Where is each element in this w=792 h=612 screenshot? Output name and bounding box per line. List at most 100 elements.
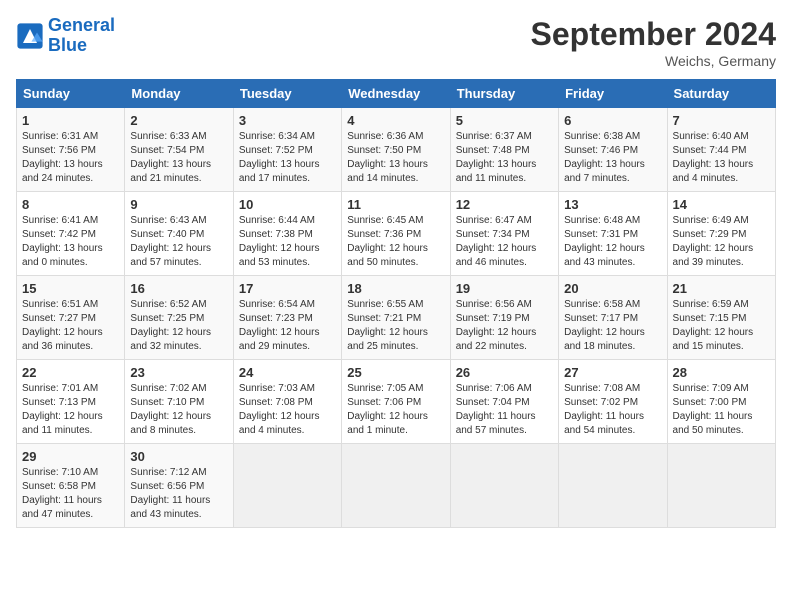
logo: General Blue [16, 16, 115, 56]
day-info: Sunrise: 6:55 AMSunset: 7:21 PMDaylight:… [347, 299, 428, 352]
day-number: 13 [564, 197, 661, 212]
header-wednesday: Wednesday [342, 80, 450, 108]
day-info: Sunrise: 6:45 AMSunset: 7:36 PMDaylight:… [347, 215, 428, 268]
table-row: 2 Sunrise: 6:33 AMSunset: 7:54 PMDayligh… [125, 108, 233, 192]
day-number: 7 [673, 113, 770, 128]
day-info: Sunrise: 7:06 AMSunset: 7:04 PMDaylight:… [456, 383, 536, 436]
location: Weichs, Germany [531, 53, 776, 69]
table-row: 22 Sunrise: 7:01 AMSunset: 7:13 PMDaylig… [17, 360, 125, 444]
day-info: Sunrise: 6:51 AMSunset: 7:27 PMDaylight:… [22, 299, 103, 352]
day-info: Sunrise: 6:54 AMSunset: 7:23 PMDaylight:… [239, 299, 320, 352]
table-row [667, 444, 775, 528]
logo-text: General Blue [48, 16, 115, 56]
day-number: 6 [564, 113, 661, 128]
day-number: 15 [22, 281, 119, 296]
day-info: Sunrise: 6:49 AMSunset: 7:29 PMDaylight:… [673, 215, 754, 268]
table-row: 13 Sunrise: 6:48 AMSunset: 7:31 PMDaylig… [559, 192, 667, 276]
day-info: Sunrise: 6:43 AMSunset: 7:40 PMDaylight:… [130, 215, 211, 268]
day-info: Sunrise: 6:31 AMSunset: 7:56 PMDaylight:… [22, 131, 103, 184]
calendar-week-row: 8 Sunrise: 6:41 AMSunset: 7:42 PMDayligh… [17, 192, 776, 276]
table-row: 1 Sunrise: 6:31 AMSunset: 7:56 PMDayligh… [17, 108, 125, 192]
day-info: Sunrise: 6:33 AMSunset: 7:54 PMDaylight:… [130, 131, 211, 184]
day-info: Sunrise: 6:38 AMSunset: 7:46 PMDaylight:… [564, 131, 645, 184]
day-number: 27 [564, 365, 661, 380]
day-number: 5 [456, 113, 553, 128]
day-info: Sunrise: 7:01 AMSunset: 7:13 PMDaylight:… [22, 383, 103, 436]
day-number: 8 [22, 197, 119, 212]
table-row: 30 Sunrise: 7:12 AMSunset: 6:56 PMDaylig… [125, 444, 233, 528]
table-row [559, 444, 667, 528]
day-number: 26 [456, 365, 553, 380]
day-info: Sunrise: 6:34 AMSunset: 7:52 PMDaylight:… [239, 131, 320, 184]
table-row: 12 Sunrise: 6:47 AMSunset: 7:34 PMDaylig… [450, 192, 558, 276]
day-info: Sunrise: 7:09 AMSunset: 7:00 PMDaylight:… [673, 383, 753, 436]
table-row [233, 444, 341, 528]
table-row: 20 Sunrise: 6:58 AMSunset: 7:17 PMDaylig… [559, 276, 667, 360]
day-number: 9 [130, 197, 227, 212]
day-number: 3 [239, 113, 336, 128]
table-row: 17 Sunrise: 6:54 AMSunset: 7:23 PMDaylig… [233, 276, 341, 360]
day-number: 18 [347, 281, 444, 296]
day-number: 4 [347, 113, 444, 128]
day-info: Sunrise: 7:10 AMSunset: 6:58 PMDaylight:… [22, 467, 102, 520]
table-row: 6 Sunrise: 6:38 AMSunset: 7:46 PMDayligh… [559, 108, 667, 192]
header-friday: Friday [559, 80, 667, 108]
logo-blue: Blue [48, 35, 87, 55]
logo-icon [16, 22, 44, 50]
table-row: 5 Sunrise: 6:37 AMSunset: 7:48 PMDayligh… [450, 108, 558, 192]
calendar-week-row: 29 Sunrise: 7:10 AMSunset: 6:58 PMDaylig… [17, 444, 776, 528]
table-row: 15 Sunrise: 6:51 AMSunset: 7:27 PMDaylig… [17, 276, 125, 360]
table-row: 28 Sunrise: 7:09 AMSunset: 7:00 PMDaylig… [667, 360, 775, 444]
page-header: General Blue September 2024 Weichs, Germ… [16, 16, 776, 69]
day-number: 11 [347, 197, 444, 212]
header-sunday: Sunday [17, 80, 125, 108]
table-row: 8 Sunrise: 6:41 AMSunset: 7:42 PMDayligh… [17, 192, 125, 276]
table-row: 16 Sunrise: 6:52 AMSunset: 7:25 PMDaylig… [125, 276, 233, 360]
day-info: Sunrise: 6:40 AMSunset: 7:44 PMDaylight:… [673, 131, 754, 184]
day-info: Sunrise: 6:52 AMSunset: 7:25 PMDaylight:… [130, 299, 211, 352]
table-row: 10 Sunrise: 6:44 AMSunset: 7:38 PMDaylig… [233, 192, 341, 276]
day-number: 17 [239, 281, 336, 296]
calendar-header-row: Sunday Monday Tuesday Wednesday Thursday… [17, 80, 776, 108]
day-number: 21 [673, 281, 770, 296]
day-info: Sunrise: 7:05 AMSunset: 7:06 PMDaylight:… [347, 383, 428, 436]
day-number: 25 [347, 365, 444, 380]
table-row: 11 Sunrise: 6:45 AMSunset: 7:36 PMDaylig… [342, 192, 450, 276]
day-number: 22 [22, 365, 119, 380]
day-number: 2 [130, 113, 227, 128]
table-row: 4 Sunrise: 6:36 AMSunset: 7:50 PMDayligh… [342, 108, 450, 192]
header-saturday: Saturday [667, 80, 775, 108]
calendar-table: Sunday Monday Tuesday Wednesday Thursday… [16, 79, 776, 528]
table-row [342, 444, 450, 528]
calendar-week-row: 1 Sunrise: 6:31 AMSunset: 7:56 PMDayligh… [17, 108, 776, 192]
header-thursday: Thursday [450, 80, 558, 108]
day-info: Sunrise: 7:02 AMSunset: 7:10 PMDaylight:… [130, 383, 211, 436]
day-number: 12 [456, 197, 553, 212]
day-number: 29 [22, 449, 119, 464]
title-block: September 2024 Weichs, Germany [531, 16, 776, 69]
calendar-week-row: 22 Sunrise: 7:01 AMSunset: 7:13 PMDaylig… [17, 360, 776, 444]
table-row: 29 Sunrise: 7:10 AMSunset: 6:58 PMDaylig… [17, 444, 125, 528]
calendar-week-row: 15 Sunrise: 6:51 AMSunset: 7:27 PMDaylig… [17, 276, 776, 360]
day-number: 10 [239, 197, 336, 212]
table-row: 9 Sunrise: 6:43 AMSunset: 7:40 PMDayligh… [125, 192, 233, 276]
table-row: 3 Sunrise: 6:34 AMSunset: 7:52 PMDayligh… [233, 108, 341, 192]
day-info: Sunrise: 6:58 AMSunset: 7:17 PMDaylight:… [564, 299, 645, 352]
table-row: 19 Sunrise: 6:56 AMSunset: 7:19 PMDaylig… [450, 276, 558, 360]
table-row: 27 Sunrise: 7:08 AMSunset: 7:02 PMDaylig… [559, 360, 667, 444]
day-number: 1 [22, 113, 119, 128]
day-info: Sunrise: 6:56 AMSunset: 7:19 PMDaylight:… [456, 299, 537, 352]
table-row: 7 Sunrise: 6:40 AMSunset: 7:44 PMDayligh… [667, 108, 775, 192]
table-row: 23 Sunrise: 7:02 AMSunset: 7:10 PMDaylig… [125, 360, 233, 444]
day-info: Sunrise: 6:41 AMSunset: 7:42 PMDaylight:… [22, 215, 103, 268]
month-title: September 2024 [531, 16, 776, 53]
day-info: Sunrise: 7:08 AMSunset: 7:02 PMDaylight:… [564, 383, 644, 436]
day-info: Sunrise: 6:59 AMSunset: 7:15 PMDaylight:… [673, 299, 754, 352]
table-row: 25 Sunrise: 7:05 AMSunset: 7:06 PMDaylig… [342, 360, 450, 444]
day-number: 24 [239, 365, 336, 380]
day-info: Sunrise: 6:37 AMSunset: 7:48 PMDaylight:… [456, 131, 537, 184]
day-info: Sunrise: 6:44 AMSunset: 7:38 PMDaylight:… [239, 215, 320, 268]
table-row: 18 Sunrise: 6:55 AMSunset: 7:21 PMDaylig… [342, 276, 450, 360]
day-number: 23 [130, 365, 227, 380]
table-row [450, 444, 558, 528]
